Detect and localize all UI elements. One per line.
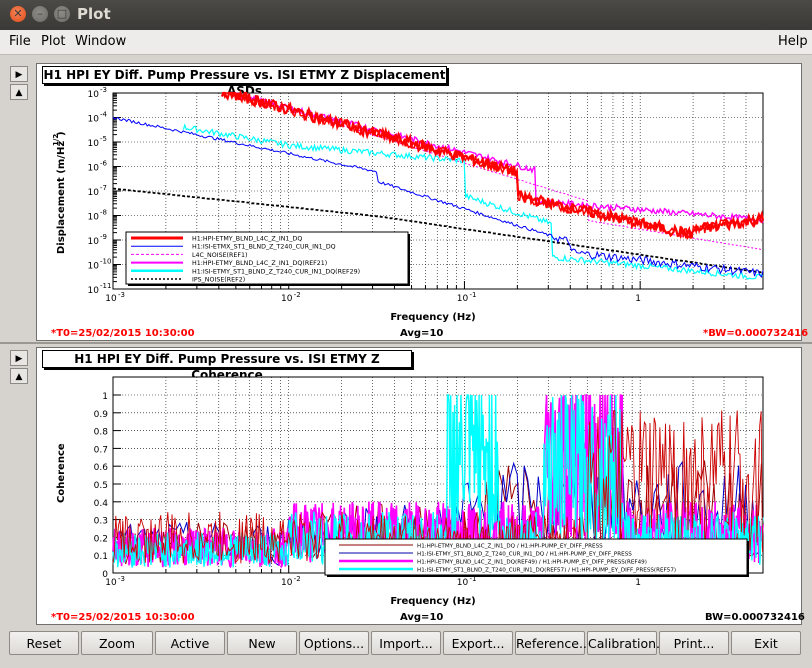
close-window-icon[interactable]: ✕	[10, 6, 26, 22]
x-tick-label: 1	[635, 578, 641, 588]
maximize-window-icon[interactable]: □	[54, 6, 70, 22]
pad1-expand-right-button[interactable]: ▶	[10, 66, 28, 82]
window-title: Plot	[77, 5, 111, 23]
legend-entry: H1:HPI-ETMY_BLND_L4C_Z_IN1_DQ(REF21)	[192, 260, 327, 267]
y-tick-exponent: -10	[100, 258, 111, 266]
y-tick-label: 0.6	[94, 463, 109, 473]
asd-x-axis-label: Frequency (Hz)	[390, 312, 475, 323]
x-tick-label: 10	[281, 578, 293, 588]
y-tick-label: 0.8	[94, 428, 109, 438]
legend-entry: H1:ISI-ETMY_ST1_BLND_Z_T240_CUR_IN1_DQ(R…	[417, 568, 676, 574]
pad2-collapse-up-button[interactable]: ▲	[10, 368, 28, 384]
options-button[interactable]: Options...	[299, 631, 369, 655]
y-tick-label: 0.2	[94, 534, 108, 544]
legend-entry: H1:ISI-ETMX_ST1_BLND_Z_T240_CUR_IN1_DQ	[192, 244, 336, 251]
asd-y-axis-paren: )	[56, 131, 67, 136]
y-tick-exponent: -11	[100, 282, 111, 290]
coherence-plot-panel[interactable]: H1 HPI EY Diff. Pump Pressure vs. ISI ET…	[36, 347, 805, 625]
asd-t0-label: *T0=25/02/2015 10:30:00	[51, 328, 195, 339]
exit-button[interactable]: Exit	[731, 631, 801, 655]
x-tick-exponent: -2	[294, 575, 301, 583]
new-button[interactable]: New	[227, 631, 297, 655]
active-button[interactable]: Active	[155, 631, 225, 655]
y-tick-label: 0.7	[94, 445, 108, 455]
x-tick-label: 10	[105, 294, 117, 304]
import-button[interactable]: Import...	[371, 631, 441, 655]
y-tick-exponent: -4	[100, 111, 108, 119]
x-tick-label: 10	[457, 294, 469, 304]
minimize-window-icon[interactable]: –	[32, 6, 48, 22]
pad-divider[interactable]	[0, 342, 812, 344]
legend-entry: H1:HPI-ETMY_BLND_L4C_Z_IN1_DQ / H1:HPI-P…	[417, 544, 603, 550]
y-tick-label: 0.4	[94, 499, 109, 509]
title-bar: ✕ – □ Plot	[0, 0, 812, 30]
legend-entry: H1:ISI-ETMY_ST1_BLND_Z_T240_CUR_IN1_DQ /…	[417, 552, 632, 558]
coh-t0-label: *T0=25/02/2015 10:30:00	[51, 612, 195, 623]
legend-entry: H1:HPI-ETMY_BLND_L4C_Z_IN1_DQ	[192, 236, 302, 243]
y-tick-exponent: -3	[100, 86, 107, 94]
y-tick-label: 10	[88, 237, 100, 247]
asd-avg-label: Avg=10	[400, 328, 444, 339]
asd-plot-canvas: 10 -310 -410 -510 -610 -710 -810 -910 -1010 -1110…	[52, 86, 765, 323]
menu-file[interactable]: File	[9, 34, 31, 49]
pad1-collapse-up-button[interactable]: ▲	[10, 84, 28, 100]
coherence-plot-canvas: 00.10.20.30.40.50.60.70.80.9110 -3 10 -2 10-…	[56, 376, 764, 607]
y-tick-label: 10	[88, 286, 100, 296]
calibration-button[interactable]: Calibration...	[587, 631, 668, 655]
coh-avg-label: Avg=10	[400, 612, 444, 623]
y-tick-label: 1	[102, 392, 108, 402]
y-tick-label: 0.5	[94, 481, 108, 491]
y-tick-label: 10	[88, 213, 100, 223]
x-tick-exponent: -3	[118, 291, 125, 299]
coh-y-axis-label: Coherence	[56, 443, 67, 503]
reset-button[interactable]: Reset	[9, 631, 79, 655]
y-tick-label: 10	[88, 164, 100, 174]
pad2-expand-right-button[interactable]: ▶	[10, 350, 28, 366]
y-tick-label: 0.1	[94, 552, 108, 562]
y-tick-label: 10	[88, 90, 100, 100]
reference-button[interactable]: Reference...	[515, 631, 591, 655]
asd-bw-label: *BW=0.000732416	[703, 328, 809, 339]
x-tick-exponent: -3	[118, 575, 125, 583]
y-tick-exponent: -6	[100, 160, 108, 168]
asd-plot-panel[interactable]: H1 HPI EY Diff. Pump Pressure vs. ISI ET…	[36, 63, 808, 341]
y-tick-exponent: -8	[100, 209, 107, 217]
y-tick-label: 10	[88, 262, 100, 272]
legend-entry: IPS_NOISE(REF2)	[192, 277, 245, 284]
x-tick-exponent: -1	[469, 291, 476, 299]
y-tick-label: 10	[88, 115, 100, 125]
x-tick-exponent: -2	[294, 291, 301, 299]
x-tick-label: 1	[635, 294, 641, 304]
y-tick-exponent: -9	[100, 233, 107, 241]
coh-x-axis-label: Frequency (Hz)	[390, 596, 475, 607]
coh-bw-label: BW=0.000732416	[705, 612, 805, 623]
y-tick-exponent: -7	[100, 184, 107, 192]
x-tick-label: 10	[105, 578, 117, 588]
y-tick-exponent: -5	[100, 135, 107, 143]
menu-plot[interactable]: Plot	[41, 34, 66, 49]
menu-help[interactable]: Help	[778, 34, 808, 49]
legend-entry: H1:HPI-ETMY_BLND_L4C_Z_IN1_DQ(REF49) / H…	[417, 560, 647, 566]
print-button[interactable]: Print...	[659, 631, 729, 655]
zoom-button[interactable]: Zoom	[81, 631, 153, 655]
menu-window[interactable]: Window	[75, 34, 126, 49]
export-button[interactable]: Export...	[443, 631, 513, 655]
y-tick-label: 10	[88, 139, 100, 149]
legend-entry: H1:ISI-ETMY_ST1_BLND_Z_T240_CUR_IN1_DQ(R…	[192, 268, 360, 275]
y-tick-label: 0.9	[94, 410, 109, 420]
asd-y-axis-label: Displacement (m/Hz	[56, 141, 67, 254]
legend-entry: L4C_NOISE(REF1)	[192, 252, 247, 259]
y-tick-label: 0.3	[94, 517, 108, 527]
menu-bar: File Plot Window Help	[0, 30, 812, 55]
x-tick-label: 10	[281, 294, 293, 304]
y-tick-label: 10	[88, 188, 100, 198]
x-tick-label: 10	[457, 578, 469, 588]
